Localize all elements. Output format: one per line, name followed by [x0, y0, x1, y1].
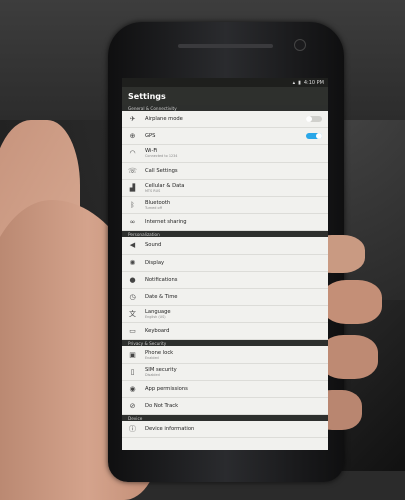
- block-icon: ⊘: [129, 402, 136, 411]
- settings-item-cellular[interactable]: ▟ Cellular & Data MTS RUS: [122, 180, 328, 197]
- item-label: Internet sharing: [145, 219, 187, 226]
- battery-icon: ▮: [298, 79, 301, 86]
- settings-item-display[interactable]: ✺ Display: [122, 255, 328, 272]
- lock-icon: ▣: [129, 350, 136, 359]
- link-icon: ∞: [129, 218, 136, 227]
- gps-icon: ⊕: [129, 132, 136, 141]
- settings-item-dnt[interactable]: ⊘ Do Not Track: [122, 398, 328, 416]
- item-sublabel: Disabled: [145, 372, 160, 377]
- hand-finger: [320, 335, 378, 379]
- settings-item-call[interactable]: ☏ Call Settings: [122, 163, 328, 180]
- item-label: Notifications: [145, 276, 178, 283]
- settings-item-datetime[interactable]: ◷ Date & Time: [122, 289, 328, 307]
- clock-icon: ◷: [129, 292, 136, 301]
- settings-item-keyboard[interactable]: ▭ Keyboard: [122, 323, 328, 341]
- cellular-icon: ▟: [129, 183, 136, 192]
- settings-item-wifi[interactable]: ◠ Wi-Fi Connected to 1234: [122, 145, 328, 163]
- settings-item-airplane[interactable]: ✈ Airplane mode: [122, 111, 328, 129]
- item-sublabel: MTS RUS: [145, 188, 161, 193]
- settings-item-sound[interactable]: ◀ Sound: [122, 237, 328, 255]
- bell-icon: ●: [129, 275, 136, 284]
- item-label: Airplane mode: [145, 116, 183, 123]
- hand-finger: [322, 280, 382, 324]
- settings-item-gps[interactable]: ⊕ GPS: [122, 128, 328, 146]
- item-sublabel: Enabled: [145, 355, 159, 360]
- item-sublabel: Turned off: [145, 206, 162, 211]
- wifi-icon: ◠: [129, 149, 136, 158]
- info-icon: ⓘ: [129, 425, 136, 434]
- settings-item-deviceinfo[interactable]: ⓘ Device information: [122, 421, 328, 439]
- signal-icon: ▴: [292, 79, 296, 86]
- phone-screen: ▴ ▮ 4:10 PM Settings General & Connectiv…: [122, 78, 328, 450]
- sim-icon: ▯: [130, 367, 135, 376]
- item-label: Date & Time: [145, 293, 178, 300]
- item-label: Call Settings: [145, 167, 178, 174]
- item-sublabel: Connected to 1234: [145, 154, 178, 159]
- item-label: GPS: [145, 133, 156, 140]
- airplane-toggle[interactable]: [306, 116, 322, 122]
- item-label: Do Not Track: [145, 403, 179, 410]
- speaker-icon: ◀: [129, 241, 136, 250]
- phone-icon: ☏: [128, 166, 137, 175]
- gps-toggle[interactable]: [306, 133, 322, 140]
- language-icon: 文: [129, 310, 136, 319]
- settings-item-language[interactable]: 文 Language English (US): [122, 306, 328, 324]
- settings-item-sharing[interactable]: ∞ Internet sharing: [122, 214, 328, 232]
- item-label: App permissions: [145, 385, 188, 392]
- page-title: Settings: [122, 87, 328, 105]
- airplane-icon: ✈: [129, 115, 136, 124]
- sun-icon: ✺: [129, 258, 136, 267]
- item-label: Sound: [145, 242, 162, 249]
- settings-item-sim[interactable]: ▯ SIM security Disabled: [122, 364, 328, 381]
- item-label: Device information: [145, 426, 195, 433]
- bluetooth-icon: ᛒ: [130, 201, 135, 210]
- item-label: Keyboard: [145, 328, 170, 335]
- earpiece-speaker: [178, 44, 273, 48]
- settings-item-bluetooth[interactable]: ᛒ Bluetooth Turned off: [122, 197, 328, 215]
- shield-icon: ◉: [129, 384, 136, 393]
- item-label: Display: [145, 259, 165, 266]
- settings-item-notifications[interactable]: ● Notifications: [122, 272, 328, 289]
- keyboard-icon: ▭: [129, 327, 136, 336]
- front-camera: [294, 39, 306, 51]
- settings-item-permissions[interactable]: ◉ App permissions: [122, 381, 328, 398]
- status-time: 4:10 PM: [303, 79, 324, 86]
- settings-item-phonelock[interactable]: ▣ Phone lock Enabled: [122, 346, 328, 364]
- status-bar: ▴ ▮ 4:10 PM: [122, 78, 328, 87]
- item-sublabel: English (US): [145, 315, 166, 320]
